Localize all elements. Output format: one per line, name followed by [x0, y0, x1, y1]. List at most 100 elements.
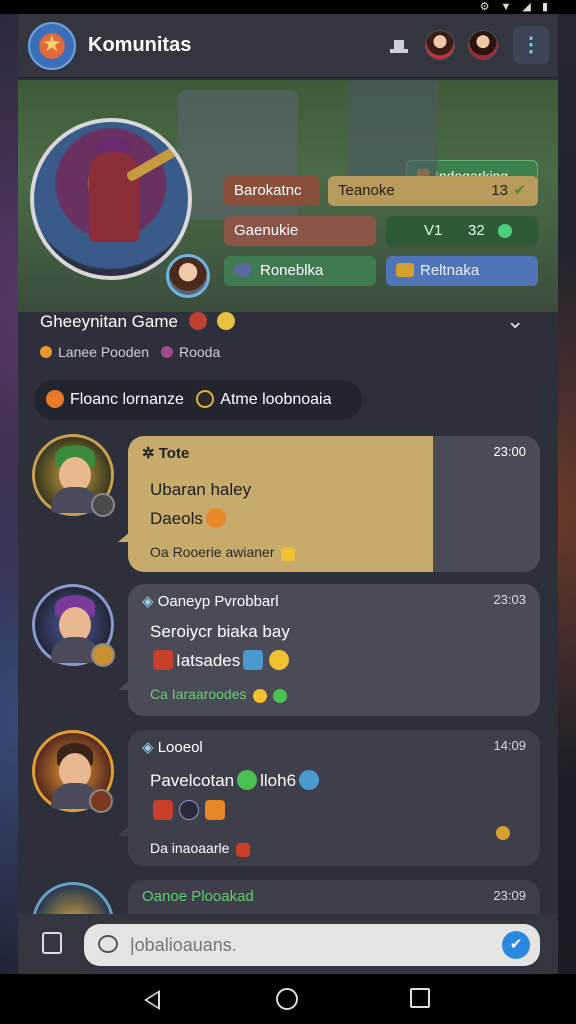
emoji-icon: [496, 826, 510, 840]
system-nav-bar: [0, 974, 576, 1024]
dot-icon: [160, 346, 173, 358]
mini-badge-icon: [91, 643, 115, 667]
profile-name: Gheeynitan Game: [40, 312, 236, 332]
status-icons: ⚙ ▼ ◢ ▮: [479, 1, 552, 13]
message-input[interactable]: [130, 924, 490, 966]
status-chip[interactable]: Floanc lornanze Atme loobnoaia: [34, 380, 362, 420]
stat-pill[interactable]: Gaenukie: [224, 216, 376, 246]
message-footer: Da inaoaarle: [150, 840, 253, 857]
profile-meta: Lanee Pooden Rooda: [40, 344, 220, 360]
message-text: Seroiycr biaka bay: [150, 622, 290, 641]
chat-bubble-icon: [98, 935, 118, 953]
recents-icon[interactable]: [410, 988, 430, 1008]
app-logo-icon[interactable]: [28, 22, 76, 70]
back-icon[interactable]: [144, 990, 160, 1010]
emoji-icon: [299, 770, 320, 790]
app-header: Komunitas ⋮: [18, 14, 558, 78]
message-time: 14:09: [493, 738, 526, 753]
dot-icon: [40, 346, 52, 358]
gear-emoji-icon: [179, 800, 199, 820]
owner-avatar[interactable]: [166, 254, 210, 298]
home-icon[interactable]: [276, 988, 298, 1010]
message-text: Ubaran haley: [150, 480, 252, 499]
check-icon: ✔: [513, 182, 526, 199]
message-sender: Tote: [142, 444, 190, 462]
message-text: Pavelcotan: [150, 771, 235, 790]
stat-label: V1: [424, 222, 443, 239]
smile-emoji-icon: [269, 650, 290, 670]
radiation-icon: [196, 390, 215, 408]
status-bar: ⚙ ▼ ◢ ▮: [0, 0, 576, 14]
stat-label: Barokatnc: [234, 182, 302, 199]
crossed-swords-icon: [153, 650, 173, 670]
message-bubble[interactable]: Tote 23:00 Ubaran haley Daeols Oa Rooeri…: [118, 436, 540, 572]
message-emoji-row: [150, 800, 228, 821]
stat-label: Roneblka: [260, 262, 324, 279]
hero-figure: [89, 152, 139, 242]
stat-pill[interactable]: Reltnaka: [386, 256, 538, 286]
message-text-line: Pavelcotan lloh6: [150, 770, 322, 791]
page-title: Komunitas: [88, 34, 192, 56]
stat-pill[interactable]: Roneblka: [224, 256, 376, 286]
message-sender: Oanoe Plooakad: [142, 888, 254, 905]
stat-value: 32: [468, 222, 485, 239]
grin-emoji-icon: [205, 508, 226, 528]
message-sender: Oaneyp Pvrobbarl: [142, 592, 279, 610]
message-text-line: Iatsades: [150, 650, 292, 671]
message-text: Iatsades: [176, 651, 241, 670]
grin-emoji-icon: [237, 770, 258, 790]
attach-icon[interactable]: [42, 932, 62, 954]
message-avatar[interactable]: [32, 730, 114, 813]
avatar[interactable]: [425, 30, 455, 60]
emoji-icon: [253, 689, 268, 703]
message-footer-text: Ca Iaraaroodes: [150, 686, 247, 702]
message-time: 23:03: [493, 592, 526, 607]
leaf-icon: [273, 689, 288, 703]
message-input-box[interactable]: ✔: [84, 924, 540, 966]
diamond-emoji-icon: [281, 547, 296, 561]
fire-emoji-icon: [188, 312, 207, 330]
stat-label: Gaenukie: [234, 222, 299, 239]
emoji-icon: [46, 390, 64, 408]
message-composer: ✔: [18, 914, 558, 974]
status-right: Atme loobnoaia: [220, 391, 332, 408]
stat-pill[interactable]: Barokatnc: [224, 176, 320, 206]
gem-icon: [498, 224, 512, 238]
message-text: lloh6: [260, 771, 297, 790]
message-bubble[interactable]: Looeol 14:09 Pavelcotan lloh6 Da inaoaarl…: [118, 730, 540, 866]
message-avatar[interactable]: [32, 434, 115, 517]
meta-tag: Rooda: [178, 344, 221, 360]
stat-pill[interactable]: V1 32: [386, 216, 538, 246]
item-icon: [243, 650, 264, 670]
avatar[interactable]: [468, 30, 498, 60]
message-footer-text: Oa Rooerie awianer: [150, 544, 275, 560]
message-footer: Ca Iaraaroodes: [150, 686, 290, 703]
send-button[interactable]: ✔: [502, 931, 530, 959]
message-bubble[interactable]: Oaneyp Pvrobbarl 23:03 Seroiycr biaka ba…: [118, 584, 540, 716]
hero-portrait[interactable]: [30, 118, 192, 280]
app-window: Komunitas ⋮ Indogarking Barokatnc Teanok…: [18, 14, 558, 974]
message-text-line: Daeols: [150, 508, 229, 529]
stat-label: Reltnaka: [420, 262, 480, 279]
message-footer: Oa Rooerie awianer: [150, 544, 298, 561]
message-sender: Looeol: [142, 738, 203, 756]
stat-label: Teanoke: [338, 182, 395, 199]
badge-icon: [234, 263, 252, 277]
heart-icon: [236, 843, 251, 857]
mini-badge-icon: [91, 493, 115, 517]
hat-icon[interactable]: [390, 38, 408, 54]
meta-text: Lanee Pooden: [58, 344, 150, 360]
smile-emoji-icon: [217, 312, 236, 330]
message-avatar[interactable]: [32, 584, 115, 667]
more-options-button[interactable]: ⋮: [513, 26, 549, 64]
stat-pill[interactable]: Teanoke 13 ✔: [328, 176, 538, 206]
shield-icon: [89, 789, 113, 813]
message-text: Daeols: [150, 509, 203, 528]
chevron-down-icon[interactable]: ⌄: [506, 308, 524, 334]
shield-emoji-icon: [205, 800, 225, 820]
message-footer-text: Da inaoaarle: [150, 840, 230, 856]
message-time: 23:09: [493, 888, 526, 903]
status-left: Floanc lornanze: [70, 391, 184, 408]
profile-name-text: Gheeynitan Game: [40, 312, 178, 331]
crossed-swords-icon: [153, 800, 173, 820]
